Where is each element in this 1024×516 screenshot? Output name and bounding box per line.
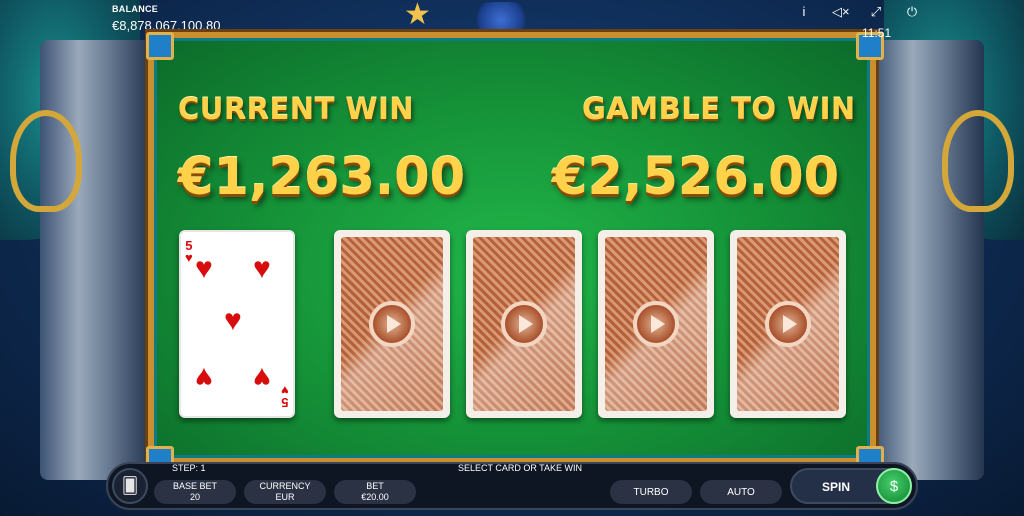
fullscreen-icon[interactable]: ⤢ (868, 4, 884, 20)
bet-display[interactable]: BET €20.00 (334, 480, 416, 504)
clock: 11:51 (862, 26, 892, 40)
dealer-card: 5 ♥ ♥ ♥ ♥ ♥ ♥ 5 ♥ (179, 230, 295, 418)
card-rank-corner: 5 ♥ (281, 383, 289, 410)
collect-cash-button[interactable]: $ (876, 468, 912, 504)
card-back-pattern (473, 237, 575, 411)
heart-pip-icon: ♥ (195, 361, 213, 394)
right-gold-ornament (942, 110, 1014, 212)
face-down-card-2[interactable] (466, 230, 582, 418)
card-back-emblem-icon (369, 301, 415, 347)
base-bet-label: BASE BET (172, 481, 217, 491)
sound-muted-icon[interactable]: ◁× (832, 4, 850, 20)
currency-display[interactable]: CURRENCY EUR (244, 480, 326, 504)
crown-ornament-icon (470, 2, 532, 32)
face-down-card-4[interactable] (730, 230, 846, 418)
base-bet-value: 20 (189, 492, 200, 502)
bet-value: €20.00 (361, 492, 389, 502)
card-back-pattern (605, 237, 707, 411)
current-win-amount: €1,263.00 (178, 148, 466, 207)
left-gold-ornament (10, 110, 82, 212)
card-back-emblem-icon (501, 301, 547, 347)
gamble-to-win-amount: €2,526.00 (552, 148, 840, 207)
heart-suit-icon: ♥ (281, 383, 289, 398)
heart-pip-icon: ♥ (253, 361, 271, 394)
heart-pip-icon: ♥ (195, 252, 213, 285)
cards-menu-icon: 🂠 (121, 478, 139, 495)
currency-label: CURRENCY (259, 481, 311, 491)
step-label: STEP: 1 (172, 463, 206, 473)
auto-button[interactable]: AUTO (700, 480, 782, 504)
base-bet-display[interactable]: BASE BET 20 (154, 480, 236, 504)
heart-pip-icon: ♥ (253, 252, 271, 285)
card-back-pattern (737, 237, 839, 411)
heart-pip-icon: ♥ (224, 304, 242, 337)
frame-corner-gem (146, 32, 174, 60)
face-down-card-3[interactable] (598, 230, 714, 418)
power-icon[interactable]: ⏻ (904, 4, 920, 20)
card-back-pattern (341, 237, 443, 411)
gamble-to-win-label: GAMBLE TO WIN (582, 92, 856, 126)
hint-label: SELECT CARD OR TAKE WIN (457, 463, 583, 473)
bet-label: BET (366, 481, 384, 491)
spin-label: SPIN (822, 480, 851, 494)
info-icon[interactable]: i (796, 4, 812, 20)
current-win-label: CURRENT WIN (178, 92, 414, 126)
star-ornament-icon: ★ (404, 0, 431, 31)
card-back-emblem-icon (765, 301, 811, 347)
menu-button[interactable]: 🂠 (112, 468, 148, 504)
currency-value: EUR (275, 492, 295, 502)
card-back-emblem-icon (633, 301, 679, 347)
cash-stack-icon: $ (889, 477, 899, 495)
balance-label: BALANCE (112, 4, 159, 14)
card-rank-corner: 5 ♥ (185, 239, 193, 265)
turbo-button[interactable]: TURBO (610, 480, 692, 504)
left-pillar (40, 40, 150, 480)
face-down-card-1[interactable] (334, 230, 450, 418)
heart-suit-icon: ♥ (185, 250, 193, 265)
balance-value: €8,878,067,100.80 (112, 18, 221, 33)
top-toolbar: i ◁× ⤢ ⏻ (796, 4, 920, 20)
right-pillar (874, 40, 984, 480)
